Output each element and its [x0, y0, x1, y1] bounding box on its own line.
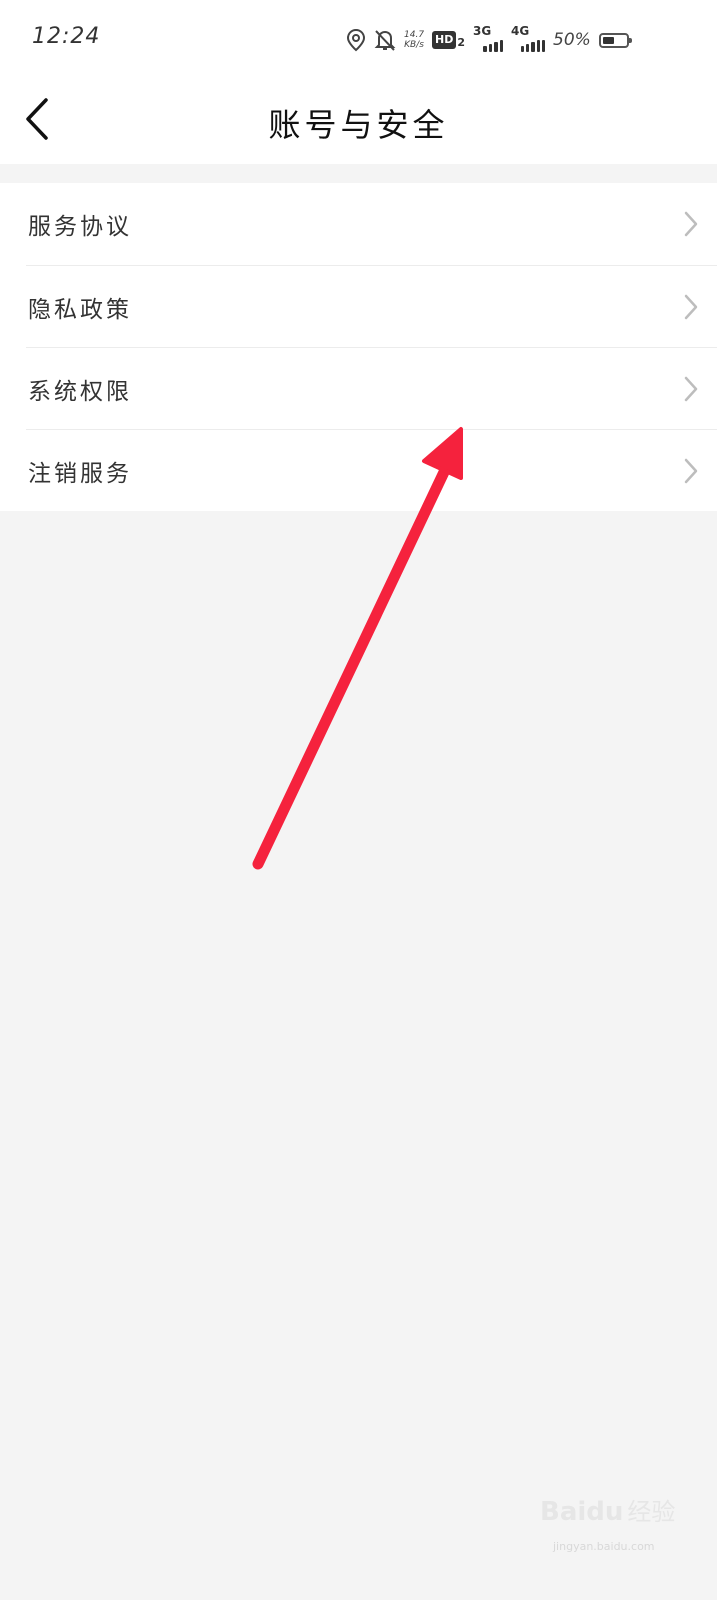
settings-menu: 服务协议 隐私政策 系统权限 注销服务: [0, 183, 717, 511]
menu-item-label: 隐私政策: [28, 296, 132, 323]
status-icons: 14.7 KB/s HD 2 3G 4G 50%: [346, 24, 632, 56]
menu-item-system-permissions[interactable]: 系统权限: [26, 347, 717, 429]
menu-item-label: 注销服务: [28, 460, 132, 487]
signal-4g-icon: 4G: [511, 24, 546, 52]
watermark-logo: Baidu: [540, 1497, 624, 1527]
menu-item-label: 系统权限: [28, 378, 132, 405]
header-bar: 账号与安全: [0, 80, 717, 164]
chevron-right-icon: [684, 294, 698, 319]
baidu-watermark: Baidu 经验: [540, 1492, 675, 1527]
arrow-shaft: [252, 464, 451, 870]
signal-3g-label: 3G: [473, 24, 492, 38]
status-time: 12:24: [32, 24, 101, 49]
chevron-right-icon: [684, 376, 698, 401]
hd-sub: 2: [457, 36, 466, 49]
signal-4g-label: 4G: [511, 24, 530, 38]
location-icon: [346, 28, 366, 52]
chevron-right-icon: [684, 211, 698, 237]
page-title: 账号与安全: [268, 106, 449, 144]
menu-item-service-agreement[interactable]: 服务协议: [0, 183, 717, 265]
chevron-right-icon: [684, 458, 698, 483]
battery-level: [602, 36, 614, 44]
network-speed-value: 14.7: [404, 30, 425, 40]
network-speed-unit: KB/s: [404, 40, 424, 50]
alarm-off-icon: [374, 30, 396, 51]
watermark-text: 经验: [627, 1498, 676, 1526]
menu-item-cancel-service[interactable]: 注销服务: [26, 429, 717, 511]
signal-3g-icon: 3G: [473, 24, 504, 52]
status-bar: 12:24 14.7 KB/s HD 2 3G 4G 50%: [0, 0, 717, 80]
battery-icon: [598, 32, 632, 48]
menu-item-privacy-policy[interactable]: 隐私政策: [26, 265, 717, 347]
menu-item-label: 服务协议: [28, 214, 132, 240]
battery-percent: 50%: [553, 30, 591, 50]
network-speed: 14.7 KB/s: [404, 30, 424, 50]
hd-label: HD: [432, 31, 457, 49]
watermark-url: jingyan.baidu.com: [553, 1540, 655, 1553]
hd-voice-icon: HD 2: [432, 31, 465, 49]
